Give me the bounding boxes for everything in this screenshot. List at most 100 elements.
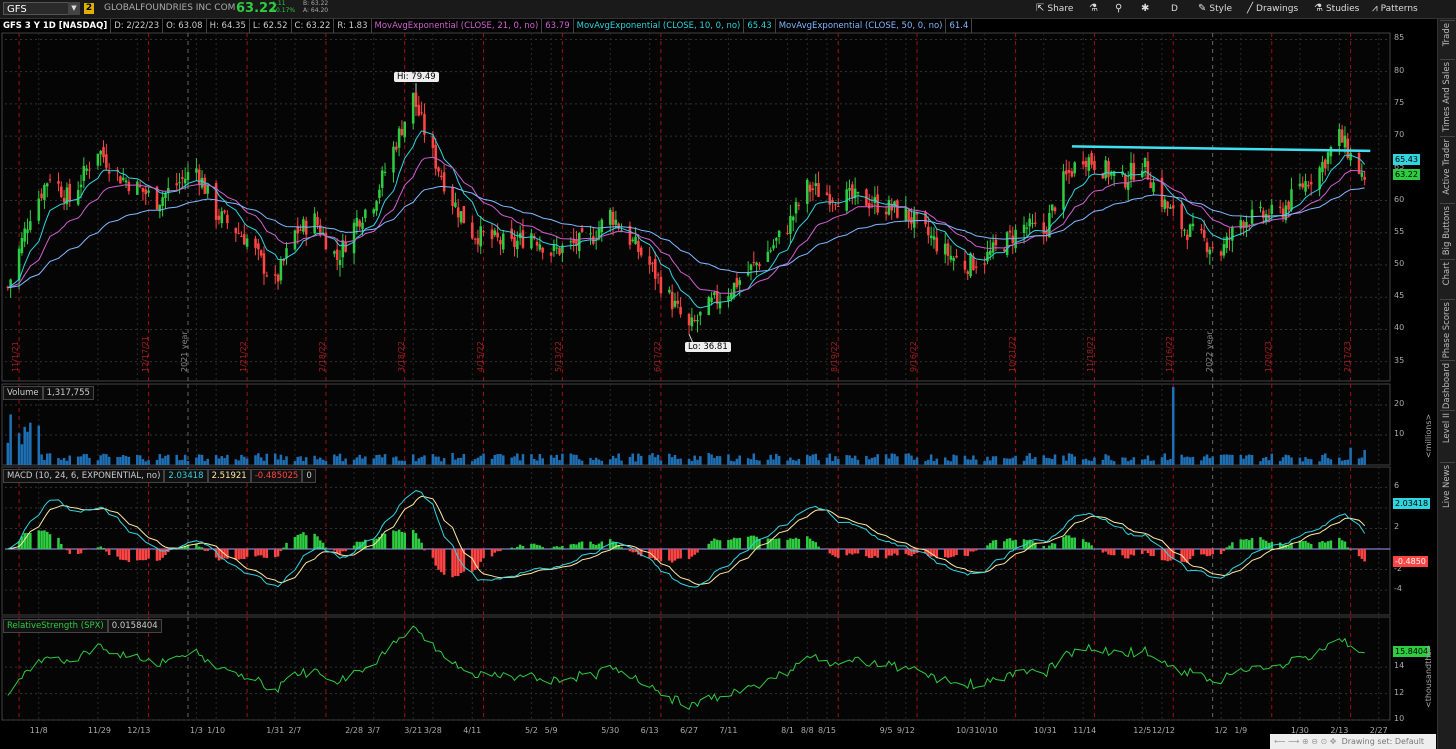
volume-bar [1231,454,1234,465]
macd-histogram-bar [203,549,207,551]
macd-histogram-bar [727,539,730,549]
candle-body [1042,222,1046,234]
macd-histogram-bar [144,549,148,561]
volume-bar [608,459,612,465]
macd-histogram-bar [1307,542,1310,549]
candle-body [68,183,72,202]
volume-bar [865,455,868,465]
volume-bar [127,456,131,465]
volume-bar [1340,460,1344,465]
macd-histogram-bar [789,538,792,549]
sidebar-tab-trade[interactable]: Trade [1438,23,1456,63]
price-tick-label: 35 [1394,355,1405,365]
macd-histogram-bar [164,549,167,556]
candle-body [403,121,407,138]
macd-avg: 2.51921 [207,469,251,483]
volume-bar [749,459,753,465]
candle-body [20,237,24,254]
macd-histogram-bar [1301,541,1305,549]
macd-histogram-bar [1188,549,1192,560]
macd-histogram-bar [1318,542,1321,549]
macd-histogram-bar [1304,540,1307,549]
macd-histogram-bar [48,534,52,549]
volume-bar [361,458,364,465]
price-tick-label: 50 [1394,259,1405,268]
date-tick-label: 12/13 [127,726,151,735]
candle-body [974,266,978,268]
candle-body [313,213,316,234]
sidebar-tab-chart[interactable]: Chart [1438,262,1456,302]
zoom-icons[interactable]: ⟵ ⟶ ⊕ ⊖ ⊙ ✥ [1274,737,1342,746]
chart-canvas[interactable] [0,0,1437,749]
macd-value-tag: 2.03418 [1393,498,1431,509]
volume-bar [772,459,775,465]
volume-bar [1278,460,1282,465]
volume-bar [1124,457,1127,465]
date-tick-label: 1/9 [1234,726,1248,735]
macd-histogram-bar [552,546,556,549]
sidebar-tab-big-buttons[interactable]: Big Buttons [1438,206,1456,255]
candle-body [299,229,302,231]
volume-bar [102,453,105,465]
volume-bar [896,456,899,465]
macd-histogram-bar [690,549,694,557]
candle-body [946,243,950,256]
macd-panel-label: MACD (10, 24, 6, EXPONENTIAL, no) 2.03418… [3,469,316,483]
sidebar-separator [1440,59,1455,60]
status-bar: ⟵ ⟶ ⊕ ⊖ ⊙ ✥ Drawing set: Default [1270,734,1436,749]
macd-histogram-bar [949,549,953,558]
sidebar-tab-dashboard[interactable]: Dashboard [1438,363,1456,409]
volume-bar [1307,458,1310,465]
sidebar-tab-live-news[interactable]: Live News [1438,465,1456,508]
volume-bar [1360,457,1364,465]
macd-histogram-bar [1132,549,1136,556]
macd-histogram-bar [333,549,336,551]
candle-body [105,154,108,168]
macd-histogram-bar [1205,549,1209,557]
macd-histogram-bar [679,549,682,559]
macd-histogram-bar [991,540,995,549]
macd-histogram-bar [1219,549,1223,555]
volume-bar [178,460,181,465]
candle-body [876,194,879,213]
candle-body [687,313,691,326]
candle-body [378,189,381,198]
macd-histogram-bar [490,549,494,557]
macd-histogram-bar [88,549,91,550]
candle-body [17,248,21,281]
sidebar-tab-label: Big Buttons [1442,206,1452,256]
volume-bar [732,461,736,465]
volume-bar [1326,458,1330,465]
volume-bar [403,460,407,465]
candle-body [1005,232,1009,256]
volume-bar [400,460,404,465]
volume-bar [88,457,91,465]
candle-body [1180,203,1183,230]
volume-bar [912,459,916,465]
volume-bar [392,457,395,465]
sidebar-tab-level-ii[interactable]: Level II [1438,413,1456,453]
candle-body [670,291,674,310]
macd-histogram-bar [946,549,950,558]
volume-bar [451,453,454,465]
volume-bar [1250,454,1254,465]
macd-histogram-bar [631,549,635,553]
date-tick-label: 10/31 [1033,726,1057,735]
period-marker-label: 3/18/22 [396,341,406,372]
sidebar-tab-label: Chart [1442,262,1452,286]
candle-body [1025,227,1029,229]
macd-histogram-bar [99,546,102,549]
macd-histogram-bar [817,546,820,549]
volume-bar [915,457,919,465]
candle-body [730,293,733,299]
volume-bar [482,453,485,465]
macd-tick-label: 6 [1394,481,1400,491]
sidebar-tab-times-and-sales[interactable]: Times And Sales [1438,62,1456,132]
volume-bar [223,458,226,465]
sidebar-tab-active-trader[interactable]: Active Trader [1438,139,1456,195]
volume-bar [48,453,52,465]
volume-bar [1022,460,1026,465]
date-tick-label: 12/5 [1133,726,1152,735]
macd-histogram-bar [1124,549,1127,559]
sidebar-tab-phase-scores[interactable]: Phase Scores [1438,302,1456,358]
